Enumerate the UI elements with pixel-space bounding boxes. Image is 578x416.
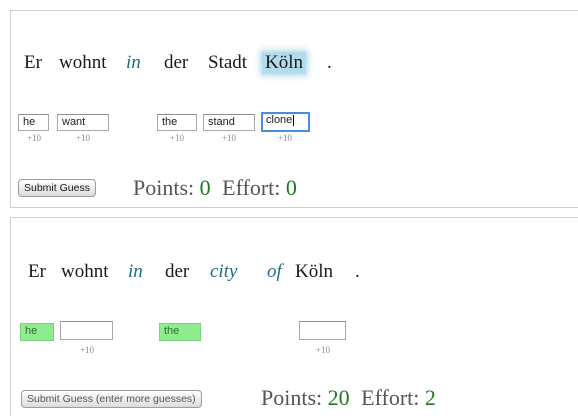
effort-value: 0	[285, 175, 297, 200]
sentence-word-in: in	[128, 261, 143, 282]
guess-input-er[interactable]: he	[20, 323, 54, 341]
guess-input-wohnt[interactable]: want	[57, 114, 109, 131]
points-label: Points:	[133, 175, 195, 200]
submit-guess-button[interactable]: Submit Guess (enter more guesses)	[21, 390, 202, 408]
sentence-word-er: Er	[24, 52, 42, 73]
sentence-word-koln: Köln	[262, 52, 306, 74]
bonus-label: +10	[26, 133, 42, 143]
sentence-word-wohnt: wohnt	[61, 261, 109, 282]
bonus-label: +10	[169, 133, 185, 143]
guess-input-der[interactable]: the	[157, 114, 197, 131]
sentence-word-der: der	[164, 52, 189, 73]
sentence-word-koln: Köln	[295, 261, 333, 282]
sentence-period: .	[327, 52, 332, 73]
sentence-word-der: der	[165, 261, 190, 282]
guess-input-stadt[interactable]: stand	[203, 114, 255, 131]
guess-input-koln-value: clone	[266, 114, 293, 126]
exercise-panel-after: Er wohnt in der city of Köln . he the +1…	[10, 217, 578, 416]
score-line: Points: 20 Effort: 2	[261, 385, 436, 411]
sentence-word-stadt: Stadt	[208, 52, 248, 73]
sentence-word-er: Er	[28, 261, 46, 282]
text-cursor	[293, 114, 295, 126]
sentence-word-of: of	[267, 261, 282, 282]
guess-input-wohnt[interactable]	[60, 321, 113, 340]
points-value: 0	[199, 175, 211, 200]
bonus-label: +10	[75, 133, 91, 143]
submit-guess-button[interactable]: Submit Guess	[18, 179, 96, 197]
points-value: 20	[327, 385, 350, 410]
sentence-word-city: city	[210, 261, 238, 282]
sentence-period: .	[355, 261, 360, 282]
effort-label: Effort:	[222, 175, 281, 200]
guess-input-koln[interactable]	[299, 321, 346, 340]
guess-input-er[interactable]: he	[18, 114, 49, 131]
bonus-label: +10	[221, 133, 237, 143]
score-line: Points: 0 Effort: 0	[133, 175, 297, 201]
bonus-label: +10	[79, 345, 95, 355]
guess-input-koln[interactable]: clone	[261, 112, 310, 132]
exercise-panel-before: Er wohnt in der Stadt Köln . he want the…	[10, 10, 578, 208]
guess-input-der[interactable]: the	[159, 323, 201, 341]
sentence-word-wohnt: wohnt	[59, 52, 107, 73]
bonus-label: +10	[277, 133, 293, 143]
sentence-word-in: in	[126, 52, 141, 73]
effort-label: Effort:	[361, 385, 420, 410]
effort-value: 2	[424, 385, 436, 410]
bonus-label: +10	[315, 345, 331, 355]
points-label: Points:	[261, 385, 323, 410]
